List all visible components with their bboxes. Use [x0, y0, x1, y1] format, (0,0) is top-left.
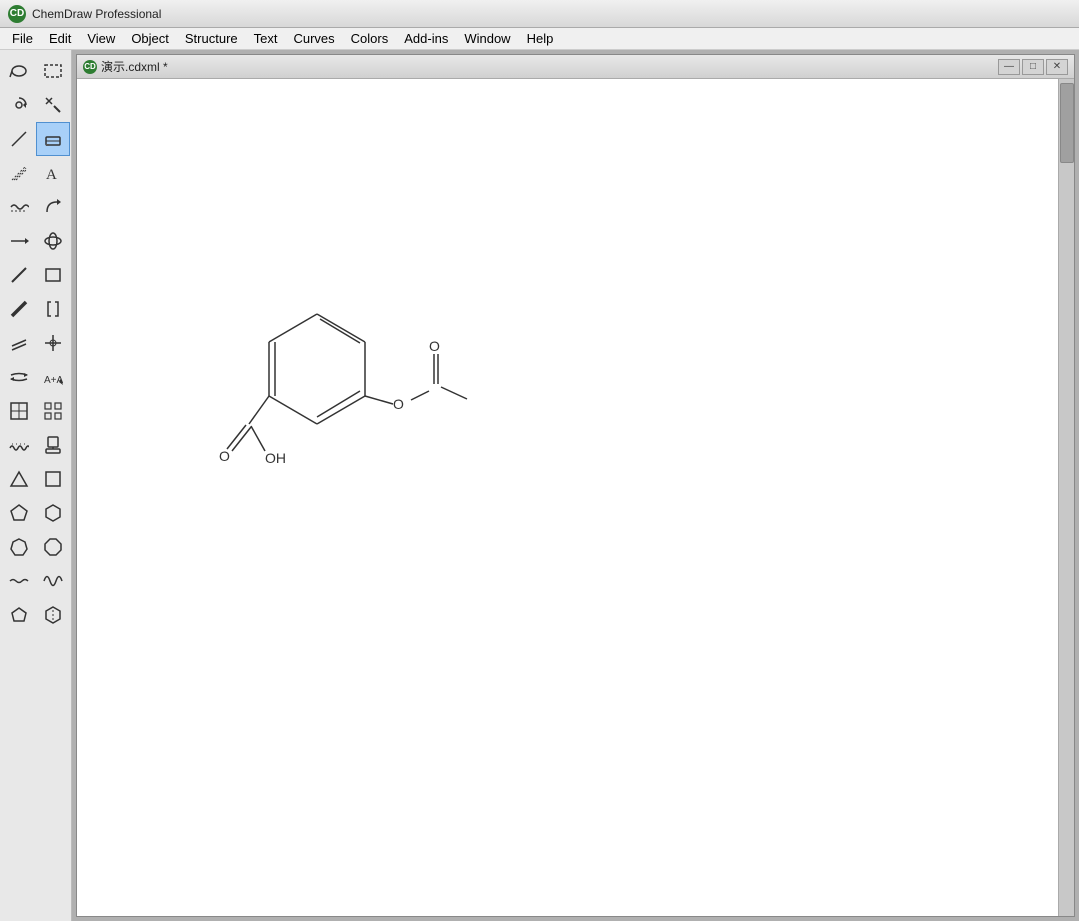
text-tool[interactable]: A	[36, 156, 70, 190]
doc-app-icon: CD	[83, 60, 97, 74]
bold-line-tool[interactable]	[2, 292, 36, 326]
bond-wedge-tool[interactable]	[2, 326, 36, 360]
app-title: ChemDraw Professional	[32, 7, 161, 21]
zoom-tool[interactable]	[36, 88, 70, 122]
menu-window[interactable]: Window	[456, 29, 518, 48]
doc-window: CD 演示.cdxml * — □ ✕	[76, 54, 1075, 917]
maximize-button[interactable]: □	[1022, 59, 1044, 75]
stamp-tool[interactable]	[36, 428, 70, 462]
canvas-wrapper: O O	[77, 79, 1074, 916]
svg-text:O: O	[393, 396, 404, 412]
lasso-select-tool[interactable]	[2, 54, 36, 88]
heptagon-tool[interactable]	[2, 530, 36, 564]
orbital-tool[interactable]	[36, 224, 70, 258]
hexagon-tool[interactable]	[36, 496, 70, 530]
svg-text:O: O	[219, 448, 230, 464]
menu-help[interactable]: Help	[519, 29, 562, 48]
hexa-ring-tool[interactable]	[36, 598, 70, 632]
menu-bar: File Edit View Object Structure Text Cur…	[0, 28, 1079, 50]
arrow-tool[interactable]	[2, 224, 36, 258]
reaction-arrow-tool[interactable]	[2, 360, 36, 394]
bond-single-tool[interactable]	[2, 122, 36, 156]
doc-title-bar: CD 演示.cdxml * — □ ✕	[77, 55, 1074, 79]
curved-arrow-tool[interactable]	[36, 190, 70, 224]
menu-addins[interactable]: Add-ins	[396, 29, 456, 48]
menu-object[interactable]: Object	[123, 29, 177, 48]
eraser-tool[interactable]	[36, 122, 70, 156]
menu-curves[interactable]: Curves	[285, 29, 342, 48]
title-bar: CD ChemDraw Professional	[0, 0, 1079, 28]
menu-view[interactable]: View	[79, 29, 123, 48]
menu-structure[interactable]: Structure	[177, 29, 246, 48]
penta-ring-tool[interactable]	[2, 598, 36, 632]
dash-bond-tool[interactable]	[2, 156, 36, 190]
svg-text:A: A	[46, 167, 57, 183]
doc-area: CD 演示.cdxml * — □ ✕	[72, 50, 1079, 921]
minimize-button[interactable]: —	[998, 59, 1020, 75]
grid-tool[interactable]	[36, 394, 70, 428]
rect-select-tool[interactable]	[36, 54, 70, 88]
app-icon: CD	[8, 5, 26, 23]
vertical-scrollbar[interactable]	[1058, 79, 1074, 916]
svg-text:O: O	[429, 338, 440, 354]
svg-text:OH: OH	[265, 450, 286, 466]
wavy-bond-tool[interactable]	[2, 190, 36, 224]
menu-file[interactable]: File	[4, 29, 41, 48]
doc-title-left: CD 演示.cdxml *	[83, 58, 168, 75]
close-button[interactable]: ✕	[1046, 59, 1068, 75]
octagon-tool[interactable]	[36, 530, 70, 564]
menu-edit[interactable]: Edit	[41, 29, 79, 48]
toolbar: A	[0, 50, 72, 921]
crosshair-tool[interactable]	[36, 326, 70, 360]
rotate-tool[interactable]	[2, 88, 36, 122]
drawing-canvas[interactable]: O O	[77, 79, 1058, 916]
wave-tool[interactable]	[2, 428, 36, 462]
scrollbar-thumb[interactable]	[1060, 83, 1074, 163]
resize-text-tool[interactable]: A+A	[36, 360, 70, 394]
main-layout: A	[0, 50, 1079, 921]
wavy-line-tool[interactable]	[2, 564, 36, 598]
line-tool[interactable]	[2, 258, 36, 292]
sine-wave-tool[interactable]	[36, 564, 70, 598]
triangle-tool[interactable]	[2, 462, 36, 496]
menu-colors[interactable]: Colors	[343, 29, 397, 48]
menu-text[interactable]: Text	[246, 29, 286, 48]
bracket-tool[interactable]	[36, 292, 70, 326]
doc-window-controls: — □ ✕	[998, 59, 1068, 75]
molecule-structure: O O	[197, 239, 597, 539]
pentagon-tool[interactable]	[2, 496, 36, 530]
doc-title: 演示.cdxml *	[101, 58, 168, 75]
table-tool[interactable]	[2, 394, 36, 428]
square-tool[interactable]	[36, 462, 70, 496]
rect-shape-tool[interactable]	[36, 258, 70, 292]
